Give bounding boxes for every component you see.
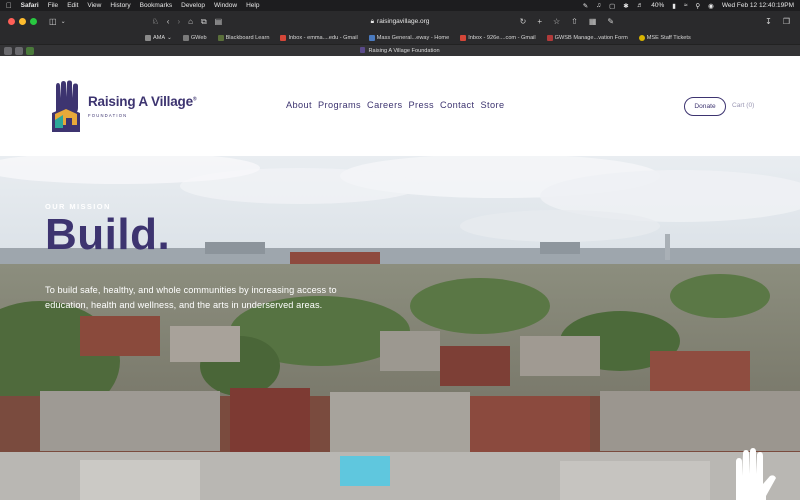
hero-city-aerial-image	[0, 156, 800, 500]
hero-headline: Build.	[45, 210, 171, 259]
bookmark-favicon-icon	[546, 35, 553, 41]
sidebar-icon[interactable]: ◫	[49, 17, 57, 26]
active-tab[interactable]: Raising A Village Foundation	[0, 47, 800, 54]
wifi-icon[interactable]: ≈	[684, 2, 688, 9]
nav-press[interactable]: Press	[409, 100, 435, 110]
display-icon[interactable]: ▢	[609, 2, 615, 10]
bookmark-item[interactable]: MSE Staff Tickets	[638, 35, 691, 41]
menu-window[interactable]: Window	[214, 2, 237, 9]
bookmark-item[interactable]: GWSB Manage...vation Form	[546, 35, 628, 41]
pencil-icon[interactable]: ✎	[607, 17, 614, 26]
toolbar-right-controls: ↻ + ☆ ⇧ ▦ ✎ ↧ ❐	[520, 11, 790, 32]
gmail-icon	[460, 35, 467, 41]
minimize-window-button[interactable]	[19, 18, 26, 25]
back-icon[interactable]: ‹	[167, 17, 170, 26]
gmail-icon	[280, 35, 287, 41]
notes-icon[interactable]: ✎	[583, 2, 588, 10]
home-icon[interactable]: ⌂	[188, 17, 193, 26]
hero-mission-text: To build safe, healthy, and whole commun…	[45, 283, 385, 313]
search-icon[interactable]: ⚲	[695, 2, 700, 10]
new-tab-icon[interactable]: +	[537, 17, 542, 26]
menu-help[interactable]: Help	[246, 2, 259, 9]
tab-overview-icon[interactable]: ⧉	[201, 17, 207, 27]
raised-hand-icon	[52, 80, 80, 132]
bookmark-folder[interactable]: AMA ⌄	[145, 35, 172, 41]
menu-edit[interactable]: Edit	[67, 2, 78, 9]
address-bar-url: raisingavillage.org	[377, 18, 430, 25]
main-nav: About Programs Careers Press Contact Sto…	[286, 100, 504, 110]
close-window-button[interactable]	[8, 18, 15, 25]
menubar-clock[interactable]: Wed Feb 12 12:40:19PM	[722, 2, 794, 9]
reader-icon[interactable]: ▤	[215, 17, 223, 26]
tab-bar: Raising A Village Foundation	[0, 44, 800, 56]
bookmark-item[interactable]: Inbox - 926e....com - Gmail	[460, 35, 536, 41]
headphones-icon[interactable]: ♫	[596, 2, 601, 9]
browser-toolbar: ◫ ⌄ ♘ ‹ › ⌂ ⧉ ▤ 🔒︎ raisingavillage.org ↻…	[0, 11, 800, 32]
bookmark-item[interactable]: Mass General...eway - Home	[368, 35, 449, 41]
menu-history[interactable]: History	[110, 2, 130, 9]
macos-menu-bar:  Safari File Edit View History Bookmark…	[0, 0, 800, 11]
bookmark-favicon-icon	[368, 35, 375, 41]
favorite-icon[interactable]: ☆	[553, 17, 560, 26]
menubar-status-area: ✎ ♫ ▢ ✱ ♬ 40% ▮ ≈ ⚲ ◉ Wed Feb 12 12:40:1…	[583, 2, 794, 10]
share-icon[interactable]: ⇧	[571, 17, 578, 26]
apple-icon[interactable]: 	[6, 1, 12, 10]
bookmark-favicon-icon	[217, 35, 224, 41]
logo-tagline: FOUNDATION	[88, 113, 128, 118]
mission-line-1: To build safe, healthy, and whole commun…	[45, 285, 337, 295]
battery-icon[interactable]: ▮	[672, 2, 676, 10]
hero-section: OUR MISSION Build. To build safe, health…	[0, 156, 800, 500]
logo-wordmark[interactable]: Raising A Village®	[88, 94, 197, 109]
forward-icon[interactable]: ›	[177, 17, 180, 26]
menu-file[interactable]: File	[48, 2, 58, 9]
window-controls	[8, 18, 37, 25]
tabs-icon[interactable]: ❐	[783, 17, 790, 26]
nav-about[interactable]: About	[286, 100, 312, 110]
control-center-icon[interactable]: ◉	[708, 2, 714, 10]
nav-programs[interactable]: Programs	[318, 100, 361, 110]
donate-button[interactable]: Donate	[684, 97, 726, 116]
bookmark-item[interactable]: Inbox - emma....edu - Gmail	[280, 35, 358, 41]
bookmark-item[interactable]: GWeb	[182, 35, 207, 41]
bookmarks-bar: AMA ⌄ GWeb Blackboard Learn Inbox - emma.…	[0, 32, 800, 44]
volume-icon[interactable]: ♬	[637, 2, 644, 9]
site-favicon-icon	[360, 47, 366, 53]
nav-contact[interactable]: Contact	[440, 100, 474, 110]
chevron-down-icon[interactable]: ⌄	[61, 18, 66, 25]
bookmark-favicon-icon	[638, 35, 645, 41]
address-bar[interactable]: 🔒︎ raisingavillage.org	[300, 15, 500, 28]
nav-store[interactable]: Store	[481, 100, 505, 110]
bluetooth-icon[interactable]: ✱	[623, 2, 628, 10]
chevron-down-icon: ⌄	[167, 35, 172, 41]
zoom-window-button[interactable]	[30, 18, 37, 25]
folder-icon	[145, 35, 151, 41]
mission-line-2: education, health and wellness, and the …	[45, 300, 323, 310]
nav-careers[interactable]: Careers	[367, 100, 402, 110]
lock-icon: 🔒︎	[370, 17, 375, 25]
downloads-icon[interactable]: ↧	[765, 17, 772, 26]
battery-percent: 40%	[651, 2, 665, 9]
reload-icon[interactable]: ↻	[520, 17, 527, 26]
menu-develop[interactable]: Develop	[181, 2, 205, 9]
menu-view[interactable]: View	[87, 2, 101, 9]
site-header: Raising A Village® FOUNDATION About Prog…	[0, 56, 800, 156]
ruler-icon[interactable]: ▦	[589, 17, 597, 26]
site-logo[interactable]	[52, 80, 82, 137]
extension-icon[interactable]: ♘	[152, 17, 159, 26]
bookmark-favicon-icon	[182, 35, 189, 41]
menu-bookmarks[interactable]: Bookmarks	[140, 2, 173, 9]
cart-link[interactable]: Cart (0)	[732, 102, 754, 109]
menu-app-name[interactable]: Safari	[21, 2, 39, 9]
bookmark-item[interactable]: Blackboard Learn	[217, 35, 269, 41]
